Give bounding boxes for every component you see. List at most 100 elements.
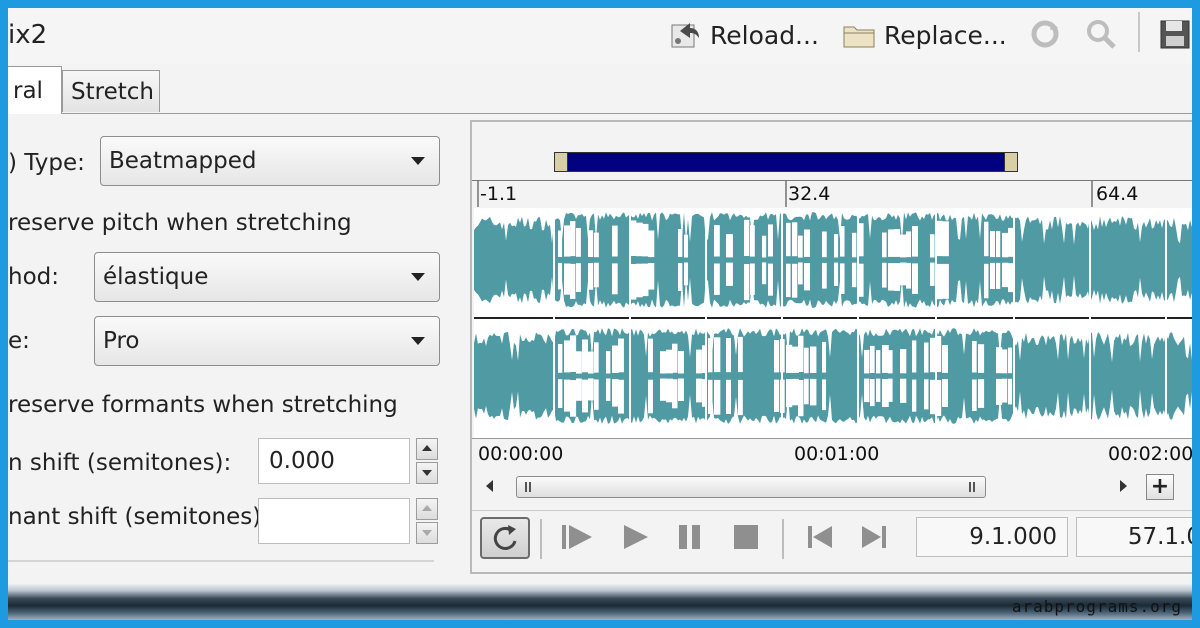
waveform-gap	[882, 262, 887, 288]
waveform-display[interactable]	[474, 208, 1192, 438]
scroll-thumb[interactable]	[516, 476, 986, 498]
replace-button[interactable]: Replace...	[842, 14, 1007, 56]
pause-button[interactable]	[670, 517, 710, 557]
waveform-gap	[942, 379, 948, 407]
method-value: élastique	[103, 264, 209, 290]
loop-button[interactable]	[480, 517, 530, 559]
mode-select[interactable]: Pro	[94, 316, 440, 366]
tab-stretch[interactable]: Stretch	[62, 70, 160, 112]
pitch-shift-value: 0.000	[269, 448, 335, 474]
waveform-gap	[870, 379, 875, 407]
time-label: 00:01:00	[794, 443, 880, 465]
decrement-button[interactable]	[416, 522, 438, 544]
position-field[interactable]: 9.1.000	[916, 517, 1068, 557]
waveform-gap	[774, 379, 780, 412]
formant-shift-stepper[interactable]	[416, 498, 438, 544]
type-select[interactable]: Beatmapped	[100, 136, 440, 186]
skip-back-icon	[808, 526, 832, 548]
scroll-right-icon[interactable]	[1120, 480, 1127, 492]
tab-general[interactable]: ral	[8, 66, 62, 114]
waveform-gap	[714, 225, 720, 257]
decrement-button[interactable]	[416, 462, 438, 484]
watermark: arabprograms.org	[1011, 597, 1182, 616]
loop-start-handle[interactable]	[554, 152, 568, 172]
waveform-gap	[786, 222, 791, 257]
transport-divider	[540, 519, 542, 559]
length-field[interactable]: 57.1.0	[1076, 517, 1192, 557]
increment-button[interactable]	[416, 438, 438, 460]
increment-button[interactable]	[416, 498, 438, 520]
time-label: 00:02:00	[1108, 443, 1192, 465]
refresh-icon[interactable]	[1028, 18, 1062, 50]
reload-button[interactable]: Reload...	[668, 14, 819, 56]
waveform-gap	[684, 262, 689, 286]
waveform-gap	[576, 228, 581, 257]
stop-button[interactable]	[726, 517, 766, 557]
waveform-gap	[996, 347, 1003, 374]
type-value: Beatmapped	[109, 148, 257, 174]
preserve-pitch-checkbox[interactable]: reserve pitch when stretching	[8, 210, 352, 236]
waveform-gap	[726, 262, 733, 286]
waveform-gap	[642, 223, 649, 257]
waveform-gap	[834, 234, 839, 258]
next-button[interactable]	[854, 517, 894, 557]
pitch-shift-stepper[interactable]	[416, 438, 438, 484]
waveform-gap	[564, 340, 571, 373]
waveform-gap	[606, 351, 611, 374]
waveform-gap	[636, 263, 643, 298]
waveform-gap	[618, 379, 624, 414]
waveform-gap	[558, 379, 563, 408]
waveform-gap	[648, 230, 655, 258]
title-bar: ix2 Reload... Replace...	[8, 8, 1192, 64]
waveform-gap	[744, 264, 750, 301]
waveform-gap	[768, 224, 773, 257]
waveform-gap	[750, 263, 755, 295]
waveform-gap	[606, 378, 611, 401]
waveform-gap	[996, 378, 1003, 405]
waveform-gap	[588, 351, 594, 374]
waveform-gap	[984, 221, 989, 257]
play-from-start-button[interactable]	[558, 517, 598, 557]
waveform-gap	[738, 379, 743, 416]
replace-label: Replace...	[884, 20, 1007, 50]
waveform-gap	[666, 378, 673, 403]
loop-region-bar[interactable]	[554, 152, 1018, 172]
loop-end-handle[interactable]	[1004, 152, 1018, 172]
preserve-formants-checkbox[interactable]: reserve formants when stretching	[8, 392, 398, 418]
waveform-gap	[792, 222, 798, 257]
transport-divider	[782, 519, 784, 559]
waveform-gap	[792, 346, 799, 373]
play-button[interactable]	[616, 517, 656, 557]
scroll-left-icon[interactable]	[486, 480, 493, 492]
waveform-gap	[612, 225, 618, 257]
zoom-in-button[interactable]: +	[1146, 474, 1174, 500]
general-panel: ) Type: Beatmapped reserve pitch when st…	[8, 114, 448, 584]
waveform-gap	[588, 230, 594, 257]
waveform-gap	[594, 342, 599, 373]
waveform-gap	[906, 231, 911, 258]
waveform-gap	[972, 379, 977, 411]
previous-button[interactable]	[800, 517, 840, 557]
waveform-gap	[672, 379, 678, 409]
waveform-gap	[612, 263, 618, 295]
chevron-down-icon	[411, 337, 425, 345]
waveform-gap	[618, 338, 624, 373]
save-icon[interactable]	[1158, 18, 1192, 50]
waveform-gap	[840, 226, 845, 257]
waveform-gap	[864, 378, 870, 403]
waveform-gap	[942, 221, 949, 257]
waveform-gap	[882, 232, 887, 258]
waveform-gap	[990, 231, 996, 258]
search-icon[interactable]	[1084, 18, 1118, 50]
waveform-gap	[984, 263, 989, 299]
waveform-gap	[882, 345, 889, 373]
waveform-gap	[870, 345, 875, 373]
beat-ruler: -1.1 32.4 64.4	[472, 180, 1192, 209]
waveform-gap	[672, 343, 678, 373]
horizontal-scrollbar[interactable]: +	[472, 472, 1192, 502]
method-select[interactable]: élastique	[94, 252, 440, 302]
formant-shift-input[interactable]	[258, 498, 410, 544]
waveform-gap	[576, 263, 581, 292]
pitch-shift-input[interactable]: 0.000	[258, 438, 410, 484]
waveform-gap	[570, 335, 577, 372]
